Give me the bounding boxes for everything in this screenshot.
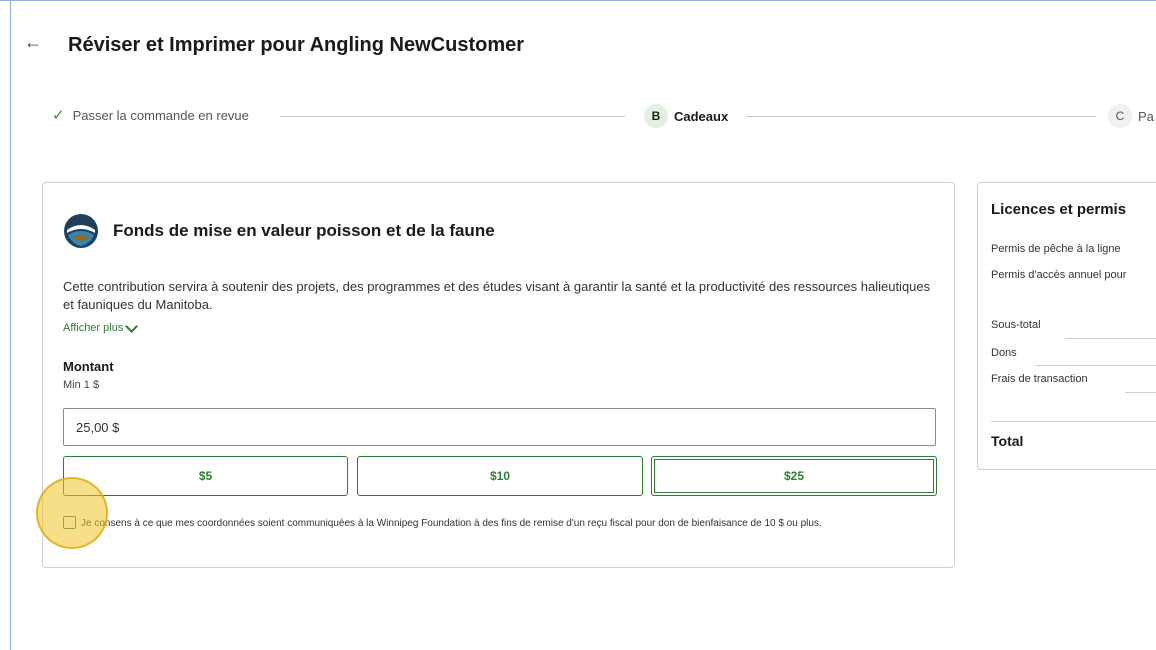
amount-5-button[interactable]: $5 — [63, 456, 348, 496]
step-payment[interactable]: C Pa — [1108, 104, 1154, 128]
step-gifts[interactable]: B Cadeaux — [644, 104, 728, 128]
summary-item-annual-access: Permis d'accès annuel pour — [991, 269, 1127, 281]
donation-description: Cette contribution servira à soutenir de… — [63, 279, 931, 312]
min-amount-label: Min 1 $ — [63, 379, 100, 391]
amount-input[interactable] — [63, 408, 936, 446]
show-more-label: Afficher plus — [63, 322, 124, 334]
step-marker-c: C — [1108, 104, 1132, 128]
step-label: Passer la commande en revue — [72, 107, 249, 123]
show-more-link[interactable]: Afficher plus — [63, 319, 139, 334]
window-left-border — [10, 0, 11, 650]
amount-10-button[interactable]: $10 — [357, 456, 643, 496]
transaction-fees-label: Frais de transaction — [991, 373, 1088, 385]
summary-item-fishing-licence: Permis de pêche à la ligne — [991, 243, 1121, 255]
total-label: Total — [991, 433, 1024, 449]
step-marker-b: B — [644, 104, 668, 128]
amount-label: Montant — [63, 359, 114, 374]
step-label: Pa — [1138, 108, 1154, 124]
summary-title: Licences et permis — [991, 201, 1127, 218]
window-top-border — [0, 0, 1156, 1]
subtotal-label: Sous-total — [991, 319, 1041, 331]
donations-label: Dons — [991, 347, 1017, 359]
donation-title: Fonds de mise en valeur poisson et de la… — [113, 221, 495, 240]
total-divider — [991, 421, 1156, 422]
stepper-connector — [280, 116, 625, 117]
step-label: Cadeaux — [674, 108, 729, 124]
consent-label: Je consens à ce que mes coordonnées soie… — [81, 518, 822, 529]
fish-wildlife-logo-icon — [64, 214, 98, 248]
checkmark-icon: ✓ — [52, 107, 65, 124]
step-review-order[interactable]: ✓ Passer la commande en revue — [52, 106, 249, 124]
donations-rule — [1035, 365, 1156, 366]
page-title: Réviser et Imprimer pour Angling NewCust… — [68, 34, 525, 56]
donation-card: Fonds de mise en valeur poisson et de la… — [42, 182, 955, 568]
click-highlight-marker — [36, 477, 108, 549]
amount-25-button[interactable]: $25 — [651, 456, 937, 496]
order-summary-card: Licences et permis Permis de pêche à la … — [977, 182, 1156, 470]
fees-rule — [1125, 392, 1156, 393]
stepper-connector — [746, 116, 1096, 117]
chevron-down-icon — [125, 319, 139, 333]
back-arrow-icon[interactable]: ← — [24, 32, 42, 52]
subtotal-rule — [1065, 338, 1156, 339]
